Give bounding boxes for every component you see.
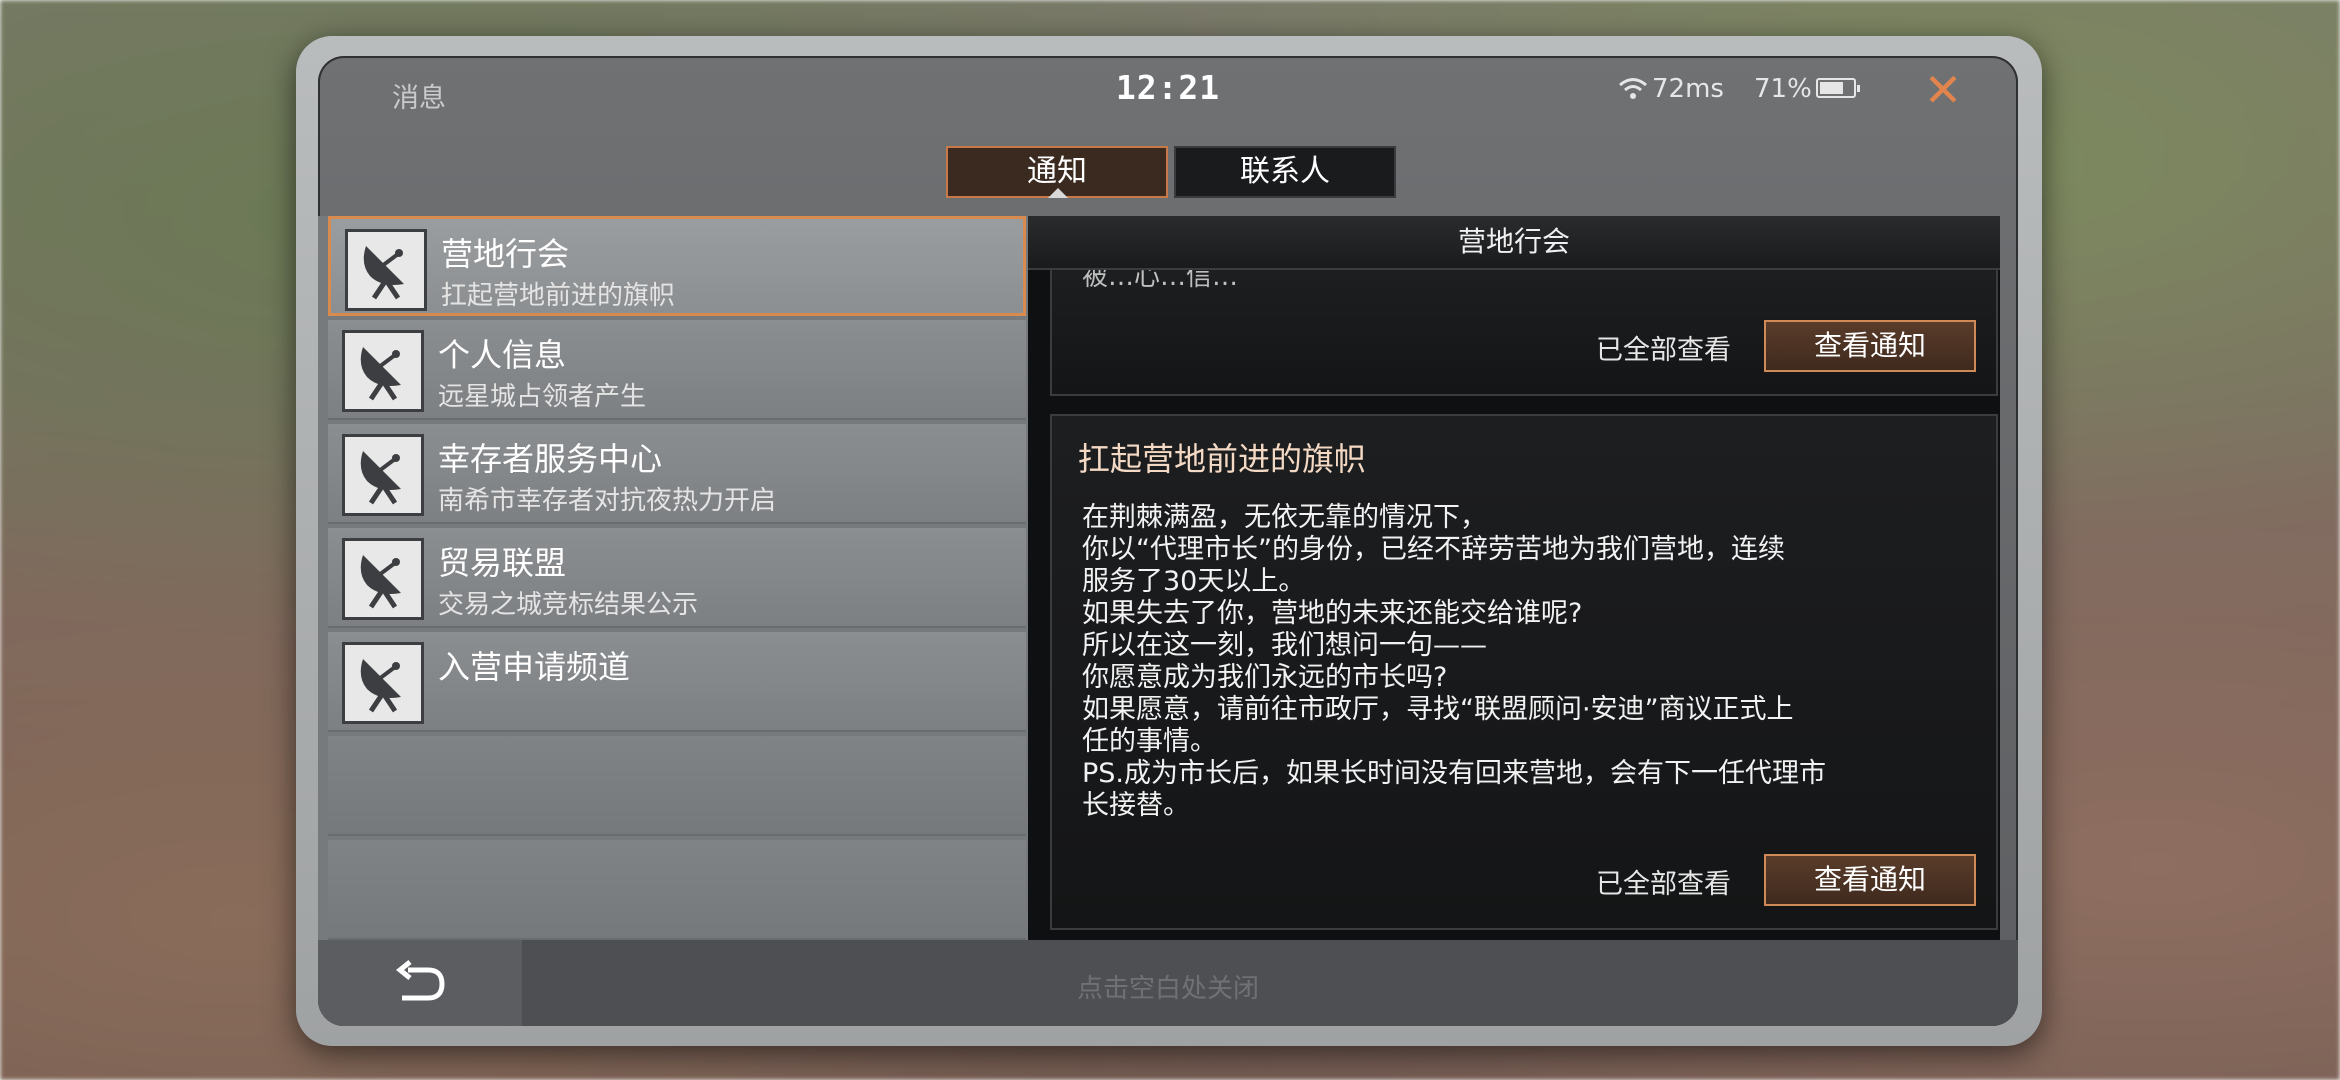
close-icon[interactable]: ✕ — [1918, 66, 1968, 116]
panel-title: 营地行会 — [1028, 216, 2000, 270]
empty-list-row — [328, 840, 1026, 940]
bottom-bar: 点击空白处关闭 — [318, 940, 2018, 1026]
channel-title: 入营申请频道 — [438, 648, 631, 686]
satellite-dish-icon — [345, 229, 427, 311]
card-cut-text: 被…心…信… — [1082, 268, 1239, 292]
view-notification-button[interactable]: 查看通知 — [1764, 854, 1976, 906]
status-bar: 消息 12:21 72ms 71% ✕ — [318, 56, 2018, 126]
tap-outside-close-hint[interactable]: 点击空白处关闭 — [918, 968, 1418, 1005]
card-title: 扛起营地前进的旗帜 — [1078, 440, 1367, 478]
channel-subtitle: 交易之城竞标结果公示 — [438, 590, 699, 620]
satellite-dish-icon — [342, 330, 424, 412]
tab-bar: 通知 联系人 — [946, 146, 1396, 202]
battery-icon — [1816, 78, 1860, 98]
channel-title: 贸易联盟 — [438, 544, 567, 582]
channel-item-trade-alliance[interactable]: 贸易联盟 交易之城竞标结果公示 — [328, 528, 1026, 628]
channel-list[interactable]: 营地行会 扛起营地前进的旗帜 个人信息 远星城占领者产生 幸存者服务中心 南希市… — [318, 216, 1028, 940]
channel-title: 幸存者服务中心 — [438, 440, 663, 478]
back-button[interactable] — [318, 940, 522, 1026]
message-tablet: 消息 12:21 72ms 71% ✕ 通知 联系人 营地行会 扛起营地前进的旗… — [296, 36, 2042, 1046]
channel-title: 营地行会 — [441, 235, 570, 273]
satellite-dish-icon — [342, 642, 424, 724]
viewed-all-label: 已全部查看 — [1596, 869, 1731, 900]
back-arrow-icon — [394, 960, 446, 1008]
notification-card: 扛起营地前进的旗帜 在荆棘满盈，无依无靠的情况下， 你以“代理市长”的身份，已经… — [1050, 414, 1998, 930]
notification-panel[interactable]: 营地行会 被…心…信… 已全部查看 查看通知 扛起营地前进的旗帜 在荆棘满盈，无… — [1028, 216, 2000, 940]
channel-subtitle: 南希市幸存者对抗夜热力开启 — [438, 486, 777, 516]
clock: 12:21 — [1115, 68, 1221, 107]
wifi-icon — [1618, 76, 1648, 102]
satellite-dish-icon — [342, 538, 424, 620]
satellite-dish-icon — [342, 434, 424, 516]
ping-value: 72ms — [1652, 74, 1724, 104]
viewed-all-label: 已全部查看 — [1596, 335, 1731, 366]
battery-level — [1820, 82, 1843, 94]
channel-item-survivor-service[interactable]: 幸存者服务中心 南希市幸存者对抗夜热力开启 — [328, 424, 1026, 524]
view-notification-button[interactable]: 查看通知 — [1764, 320, 1976, 372]
channel-item-camp-application[interactable]: 入营申请频道 — [328, 632, 1026, 732]
channel-subtitle: 扛起营地前进的旗帜 — [441, 281, 676, 311]
channel-title: 个人信息 — [438, 336, 567, 374]
tab-contacts[interactable]: 联系人 — [1174, 146, 1396, 198]
notification-card: 被…心…信… 已全部查看 查看通知 — [1050, 268, 1998, 396]
channel-item-personal-info[interactable]: 个人信息 远星城占领者产生 — [328, 320, 1026, 420]
tab-notifications[interactable]: 通知 — [946, 146, 1168, 198]
empty-list-row — [328, 736, 1026, 836]
channel-subtitle: 远星城占领者产生 — [438, 382, 647, 412]
tablet-screen: 消息 12:21 72ms 71% ✕ 通知 联系人 营地行会 扛起营地前进的旗… — [318, 56, 2018, 1026]
app-title: 消息 — [392, 83, 446, 114]
channel-item-camp-guild[interactable]: 营地行会 扛起营地前进的旗帜 — [328, 216, 1026, 316]
card-body: 在荆棘满盈，无依无靠的情况下， 你以“代理市长”的身份，已经不辞劳苦地为我们营地… — [1082, 502, 1827, 821]
battery-percent: 71% — [1754, 74, 1812, 104]
